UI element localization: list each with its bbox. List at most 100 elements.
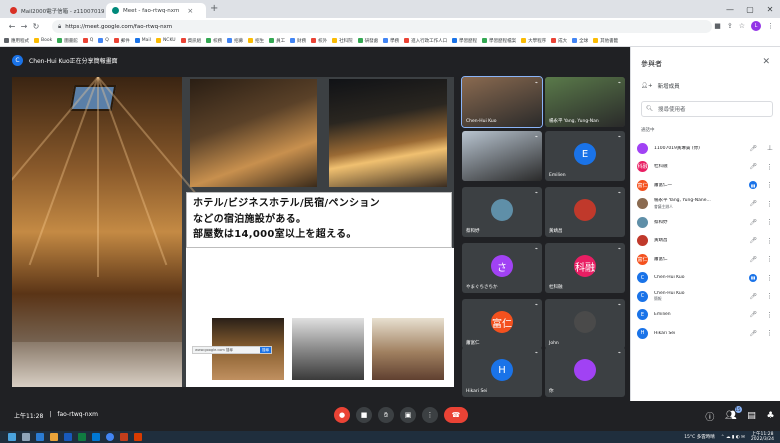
file-explorer-icon[interactable] (50, 433, 58, 441)
activities-icon[interactable]: ♣ (767, 411, 775, 421)
maximize-button[interactable]: ▢ (740, 0, 760, 18)
share-icon[interactable]: ⇪ (727, 22, 733, 30)
mic-off-icon[interactable]: 🎤︎ (749, 256, 757, 263)
participant-tile[interactable]: さ ⌁ やまぐちさちか (462, 243, 542, 293)
bookmark-item[interactable]: 郵件 (113, 38, 130, 44)
mic-off-icon[interactable]: 🎤︎ (749, 145, 757, 152)
browser-tab-meet[interactable]: Meet - fao-rtwq-nxm × (106, 3, 206, 18)
close-tab-icon[interactable]: × (187, 7, 193, 15)
bookmark-item[interactable]: 員工 (269, 38, 285, 44)
participant-row[interactable]: H Hikari Sei 🎤︎ ⋮ (637, 324, 777, 343)
bookmark-item[interactable]: 學習歷程檔案 (482, 38, 516, 44)
camera-button[interactable]: ■ (356, 407, 372, 423)
weather-text[interactable]: 15°C 多雲時晴 (684, 434, 715, 440)
people-icon[interactable]: 👥︎ 15 (725, 406, 742, 421)
more-options-icon[interactable]: ⋮ (766, 311, 773, 319)
search-taskbar-icon[interactable] (22, 433, 30, 441)
participant-tile[interactable]: 富仁 ⌁ 蕭富仁 (462, 299, 542, 349)
camera-permission-icon[interactable]: ■ (714, 22, 721, 30)
participant-tile[interactable]: ⌁ 楊永平 Yang, Yung-Nan (545, 77, 625, 127)
more-options-icon[interactable]: ⋮ (766, 329, 773, 337)
url-field[interactable]: 🔒︎ https://meet.google.com/fao-rtwq-nxm (52, 20, 712, 33)
info-icon[interactable]: ⓘ (705, 410, 714, 423)
raise-hand-button[interactable]: ✋︎ (378, 407, 394, 423)
participant-tile[interactable]: ⌁ 蔡和妤 (462, 187, 542, 237)
excel-icon[interactable] (78, 433, 86, 441)
participant-row[interactable]: C Chen-Hui Kuo 簡報 🎤︎ ⋮ (637, 287, 777, 306)
chrome-icon[interactable] (106, 433, 114, 441)
profile-avatar[interactable]: L (751, 21, 761, 31)
bookmark-item[interactable]: 校務 (206, 38, 222, 44)
reload-icon[interactable]: ↻ (30, 22, 42, 31)
participant-search-input[interactable]: 🔍︎ 搜尋使用者 (641, 101, 773, 117)
bookmark-item[interactable]: 其他書籤 (593, 38, 618, 44)
mail-app-icon[interactable] (92, 433, 100, 441)
mic-off-icon[interactable]: 🎤︎ (749, 219, 757, 226)
participant-tile[interactable]: ⌁ 黃靖昌 (545, 187, 625, 237)
bookmark-item[interactable]: Q (98, 38, 109, 43)
minimize-button[interactable]: — (720, 0, 740, 18)
forward-icon[interactable]: → (18, 22, 30, 31)
bookmark-item[interactable]: 圖書館 (57, 38, 78, 44)
participant-tile[interactable]: ⌁ 你 (545, 347, 625, 397)
bookmark-item[interactable]: 全球 (572, 38, 588, 44)
present-button[interactable]: ▣ (400, 407, 416, 423)
bookmark-item[interactable]: Mail (134, 38, 151, 43)
mic-off-icon[interactable]: 🎤︎ (749, 237, 757, 244)
participant-row[interactable]: 蔡和妤 🎤︎ ⋮ (637, 213, 777, 232)
participant-row[interactable]: 富仁 蕭富仁一 ▮▮ ⋮ (637, 176, 777, 195)
participant-row[interactable]: 楊永平 Yang, Yung-Nane... 會議主辦人 🎤︎ ⋮ (637, 195, 777, 214)
speaking-indicator-icon[interactable]: ▮▮ (749, 273, 757, 282)
more-options-icon[interactable]: ⋮ (766, 163, 773, 171)
more-options-icon[interactable]: ⋮ (766, 237, 773, 245)
participant-row[interactable]: 黃靖昌 🎤︎ ⋮ (637, 232, 777, 251)
app-icon[interactable] (134, 433, 142, 441)
menu-dots-icon[interactable]: ⋮ (767, 22, 774, 30)
speaking-indicator-icon[interactable]: ▮▮ (749, 181, 757, 190)
browser-tab-mail[interactable]: Mail2000電子信箱 - z11007019 × (4, 3, 104, 18)
mic-off-icon[interactable]: 🎤︎ (749, 293, 757, 300)
more-options-button[interactable]: ⋮ (422, 407, 438, 423)
participant-tile[interactable]: ⌁ Chen-Hui Kuo (461, 76, 543, 128)
bookmark-item[interactable]: 成大 (551, 38, 567, 44)
participant-tile[interactable]: E ⌁ Emilien (545, 131, 625, 181)
bookmark-item[interactable]: 社科院 (332, 38, 353, 44)
bookmark-item[interactable]: 學務 (383, 38, 399, 44)
word-icon[interactable] (64, 433, 72, 441)
tray-icons[interactable]: ⌃ ☁ ▮ ◐ ✉ (721, 435, 745, 440)
chat-icon[interactable]: ▤ (747, 411, 756, 421)
participant-row[interactable]: E Emilien 🎤︎ ⋮ (637, 306, 777, 325)
bookmark-item[interactable]: 校外 (311, 38, 327, 44)
more-options-icon[interactable]: ⋮ (766, 292, 773, 300)
bookmark-star-icon[interactable]: ☆ (739, 22, 745, 30)
bookmark-item[interactable]: 財務 (290, 38, 306, 44)
bookmark-item[interactable]: 應用程式 (4, 38, 29, 44)
bookmark-item[interactable]: 進入行政工作人口 (404, 38, 447, 44)
powerpoint-icon[interactable] (120, 433, 128, 441)
bookmark-item[interactable]: 招生 (248, 38, 264, 44)
participant-row[interactable]: C Chen-Hui Kuo ▮▮ ⋮ (637, 269, 777, 288)
leave-call-button[interactable]: ☎︎ (444, 407, 468, 423)
windows-start-icon[interactable] (8, 433, 16, 441)
participant-row[interactable]: 11007019黃琳貴 (你) 🎤︎ ⊥ (637, 139, 777, 158)
bookmark-item[interactable]: Q (82, 38, 93, 43)
participant-tile[interactable]: ⌁ John (545, 299, 625, 349)
more-options-icon[interactable]: ⋮ (766, 200, 773, 208)
bookmark-item[interactable]: 研發處 (357, 38, 378, 44)
bookmark-item[interactable]: 資訊組 (180, 38, 201, 44)
edge-icon[interactable] (36, 433, 44, 441)
close-window-button[interactable]: ✕ (760, 0, 780, 18)
bookmark-item[interactable]: 學習歷程 (452, 38, 477, 44)
mic-off-icon[interactable]: 🎤︎ (749, 200, 757, 207)
mic-off-icon[interactable]: 🎤︎ (749, 311, 757, 318)
taskbar-clock[interactable]: 上午11:28 2022/3/24 (751, 432, 774, 442)
more-options-icon[interactable]: ⋮ (766, 274, 773, 282)
bookmark-item[interactable]: Book (34, 38, 52, 43)
participant-row[interactable]: 科融 杜科融 🎤︎ ⋮ (637, 158, 777, 177)
pin-icon[interactable]: ⊥ (767, 144, 773, 152)
bookmark-item[interactable]: 招募 (227, 38, 243, 44)
more-options-icon[interactable]: ⋮ (766, 255, 773, 263)
mic-off-icon[interactable]: 🎤︎ (749, 163, 757, 170)
participant-row[interactable]: 富仁 蕭富仁 🎤︎ ⋮ (637, 250, 777, 269)
close-panel-button[interactable]: ✕ (762, 57, 770, 67)
